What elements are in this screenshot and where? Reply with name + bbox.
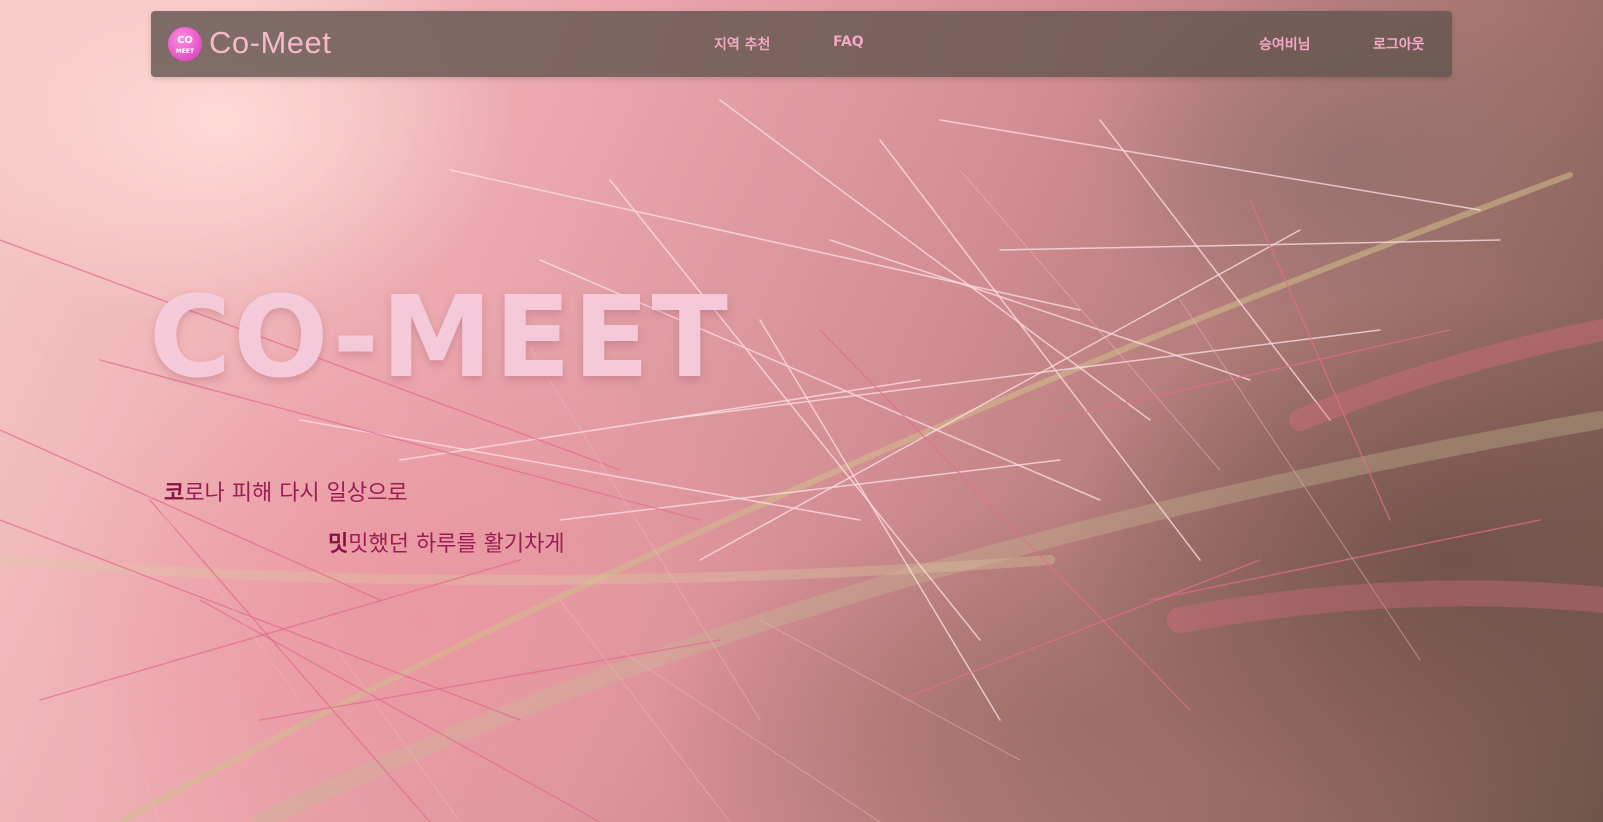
nav-link-faq[interactable]: FAQ — [833, 34, 864, 50]
tagline-line1-initial: 코 — [164, 481, 185, 506]
tagline-line2-initial: 밋 — [328, 532, 349, 557]
tagline-line1-text: 로나 피해 다시 일상으로 — [184, 481, 408, 506]
logo-icon[interactable]: CO MEET — [168, 27, 202, 61]
logo-text-bottom: MEET — [175, 47, 195, 55]
pink-muhly-grass-illustration — [0, 99, 1603, 822]
tagline-line2-text: 밋했던 하루를 활기차게 — [348, 532, 565, 557]
nav-link-user-profile[interactable]: 승여비님 — [1259, 34, 1311, 54]
brand-name[interactable]: Co-Meet — [209, 25, 331, 61]
nav-link-logout[interactable]: 로그아웃 — [1373, 34, 1425, 54]
logo-text-top: CO — [177, 34, 193, 46]
hero-tagline-line1: 코로나 피해 다시 일상으로 — [164, 475, 408, 507]
hero-tagline-line2: 밋밋했던 하루를 활기차게 — [328, 526, 565, 558]
hero-title: CO-MEET — [149, 273, 730, 403]
hero-background: CO MEET Co-Meet 지역 추천 FAQ 승여비님 로그아웃 CO-M… — [0, 0, 1603, 822]
top-navbar: CO MEET Co-Meet 지역 추천 FAQ 승여비님 로그아웃 — [151, 11, 1452, 77]
nav-link-region-recommend[interactable]: 지역 추천 — [714, 34, 770, 54]
